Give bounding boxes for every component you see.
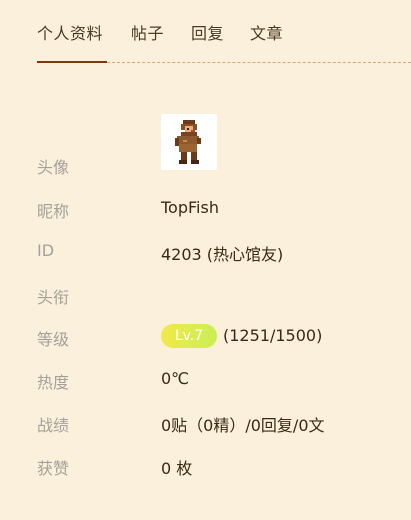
- profile-tabs: 个人资料 帖子 回复 文章: [0, 0, 411, 64]
- active-tab-indicator: [37, 61, 107, 63]
- tab-articles[interactable]: 文章: [250, 20, 283, 44]
- record-label: 战绩: [37, 416, 70, 435]
- level-badge: Lv.7: [161, 324, 217, 348]
- likes-label: 获赞: [37, 459, 70, 478]
- title-label: 头衔: [37, 288, 70, 307]
- id-value: 4203 (热心馆友): [161, 245, 284, 264]
- avatar-pixel-character-icon: [175, 120, 201, 164]
- avatar: [161, 114, 217, 170]
- tab-replies[interactable]: 回复: [191, 20, 224, 44]
- avatar-label: 头像: [37, 158, 70, 177]
- level-progress: (1251/1500): [223, 326, 323, 345]
- tab-profile[interactable]: 个人资料: [37, 20, 103, 44]
- id-label: ID: [37, 241, 55, 260]
- heat-label: 热度: [37, 373, 70, 392]
- heat-value: 0℃: [161, 369, 190, 388]
- record-value: 0贴（0精）/0回复/0文: [161, 416, 325, 435]
- tab-divider: [107, 62, 411, 63]
- nickname-label: 昵称: [37, 202, 70, 221]
- tab-posts[interactable]: 帖子: [131, 20, 164, 44]
- likes-value: 0 枚: [161, 459, 193, 478]
- level-label: 等级: [37, 330, 70, 349]
- nickname-value: TopFish: [161, 198, 219, 217]
